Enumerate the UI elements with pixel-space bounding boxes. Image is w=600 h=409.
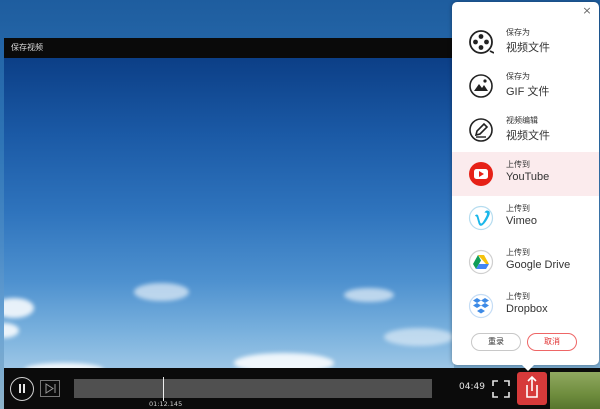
progress-bar[interactable] (74, 377, 432, 401)
option-save-gif[interactable]: 保存为 GIF 文件 (452, 64, 599, 108)
film-reel-icon (468, 29, 495, 55)
fullscreen-icon[interactable] (492, 380, 510, 398)
youtube-icon (468, 161, 494, 187)
option-caption: 上传到 (506, 160, 530, 169)
option-label: Dropbox (506, 303, 548, 315)
option-label: 视频文件 (506, 130, 550, 142)
dropbox-icon (468, 293, 494, 319)
playhead-marker[interactable] (163, 377, 164, 401)
option-save-video[interactable]: 保存为 视频文件 (452, 20, 599, 64)
gif-image-icon (468, 73, 494, 99)
playback-controls: 01:12.145 04:49 (4, 368, 600, 409)
option-label: Google Drive (506, 259, 571, 271)
share-panel: × 保存为 视频文件 保存为 GIF 文件 视频编辑 视频文件 上传到 YouT… (452, 2, 599, 365)
option-caption: 保存为 (506, 28, 530, 37)
option-upload-dropbox[interactable]: 上传到 Dropbox (452, 284, 599, 328)
option-caption: 上传到 (506, 248, 530, 257)
cloud (384, 328, 454, 346)
option-edit-video[interactable]: 视频编辑 视频文件 (452, 108, 599, 152)
cloud (134, 283, 189, 301)
google-drive-icon (468, 249, 494, 275)
vimeo-icon (468, 205, 494, 231)
option-label: 视频文件 (506, 42, 550, 54)
cloud (344, 288, 394, 302)
cloud (234, 353, 334, 368)
edit-pen-icon (468, 117, 494, 143)
option-caption: 保存为 (506, 72, 530, 81)
option-label: YouTube (506, 171, 550, 183)
cloud (4, 323, 19, 338)
pause-button[interactable] (10, 377, 34, 401)
cloud (4, 298, 34, 318)
duration-label: 04:49 (459, 382, 485, 392)
option-caption: 视频编辑 (506, 116, 538, 125)
video-player-window: 保存视频 01:12.145 04:49 (4, 38, 600, 409)
desktop-landscape (550, 372, 600, 409)
option-label: Vimeo (506, 215, 537, 227)
option-label: GIF 文件 (506, 86, 550, 98)
rerecord-button[interactable]: 重录 (471, 333, 521, 351)
option-caption: 上传到 (506, 204, 530, 213)
current-time: 01:12.145 (149, 400, 183, 408)
close-icon[interactable]: × (581, 5, 593, 17)
video-frame[interactable] (4, 58, 454, 368)
option-upload-google-drive[interactable]: 上传到 Google Drive (452, 240, 599, 284)
cancel-button[interactable]: 取消 (527, 333, 577, 351)
option-upload-youtube[interactable]: 上传到 YouTube (452, 152, 599, 196)
option-upload-vimeo[interactable]: 上传到 Vimeo (452, 196, 599, 240)
window-title: 保存视频 (4, 38, 454, 58)
step-forward-icon[interactable] (40, 380, 60, 397)
panel-pointer (521, 364, 535, 371)
option-caption: 上传到 (506, 292, 530, 301)
share-upload-button[interactable] (517, 372, 547, 405)
